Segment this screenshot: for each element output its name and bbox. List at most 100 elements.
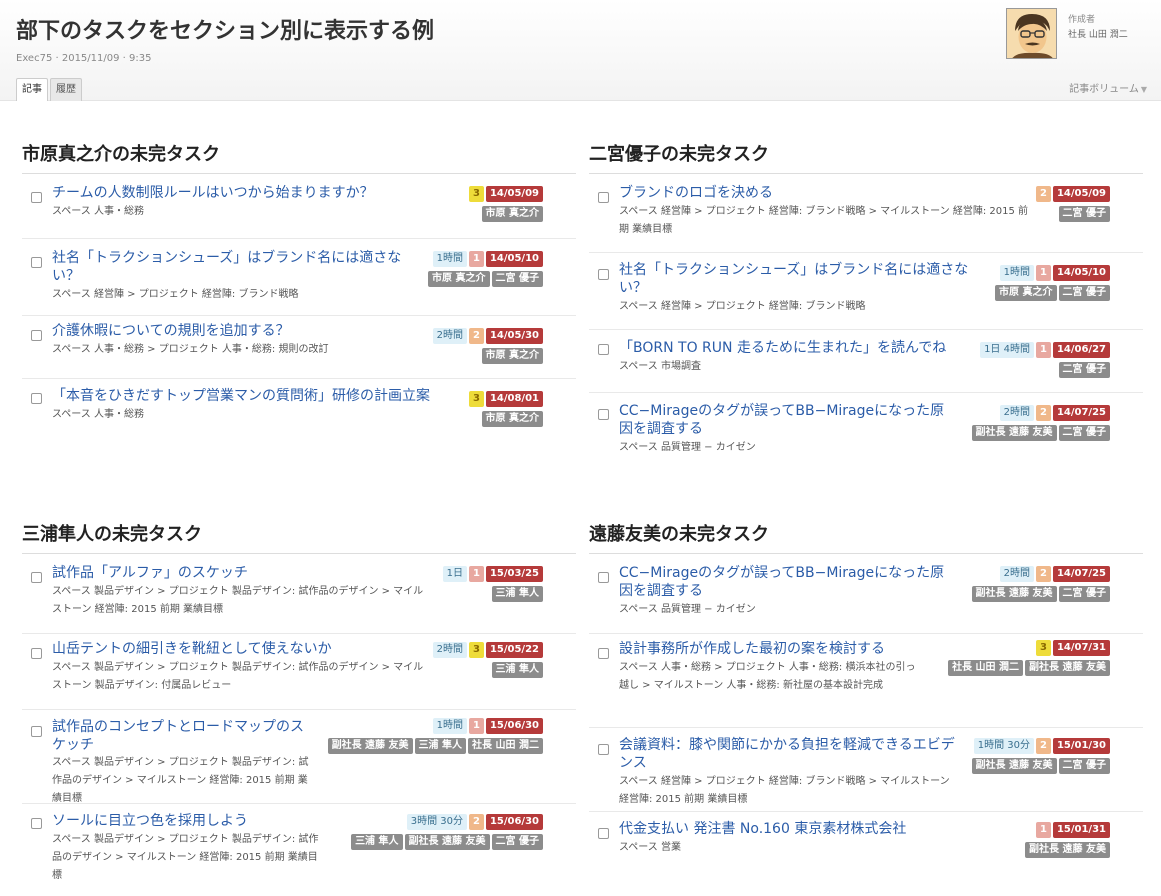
task-checkbox[interactable]: [598, 192, 609, 203]
priority-badge: 2: [1035, 566, 1051, 582]
assignee-badge[interactable]: 二宮 優子: [1058, 362, 1110, 378]
task-checkbox[interactable]: [598, 744, 609, 755]
estimate-badge: 1時間: [432, 718, 467, 734]
task-title[interactable]: ブランドのロゴを決める: [619, 184, 999, 202]
task-title[interactable]: 社名「トラクションシューズ」はブランド名には適さない？: [619, 261, 977, 297]
due-date-badge: 14/05/30: [485, 328, 543, 344]
priority-badge: 1: [1035, 822, 1051, 838]
task-checkbox[interactable]: [598, 572, 609, 583]
task-title[interactable]: チームの人数制限ルールはいつから始まりますか？: [52, 184, 437, 202]
assignee-badge[interactable]: 市原 真之介: [428, 271, 490, 287]
section-title: 市原真之介の未完タスク: [22, 142, 576, 174]
task-title[interactable]: 介護休暇についての規則を追加する？: [52, 322, 432, 340]
assignee-badge[interactable]: 副社長 遠藤 友美: [327, 738, 413, 754]
task-checkbox[interactable]: [31, 572, 42, 583]
tab-history[interactable]: 履歴: [50, 78, 82, 101]
assignee-badge[interactable]: 三浦 隼人: [414, 738, 467, 754]
priority-badge: 3: [468, 391, 484, 407]
task-item: チームの人数制限ルールはいつから始まりますか？ スペース 人事・総務 3 14/…: [22, 174, 576, 239]
article-volume-label: 記事ボリューム: [1069, 84, 1139, 95]
assignee-badge[interactable]: 二宮 優子: [1058, 425, 1110, 441]
task-title[interactable]: 「BORN TO RUN 走るために生まれた」を読んでね: [619, 339, 979, 357]
due-date-badge: 14/05/10: [1052, 265, 1110, 281]
task-path: スペース 製品デザイン > プロジェクト 製品デザイン: 試作品のデザイン > …: [52, 834, 319, 881]
page-meta: Exec75 · 2015/11/09 · 9:35: [16, 53, 152, 64]
assignee-badge[interactable]: 二宮 優子: [1058, 206, 1110, 222]
task-item: 試作品「アルファ」のスケッチ スペース 製品デザイン > プロジェクト 製品デザ…: [22, 554, 576, 634]
task-item: CC−Mirageのタグが誤ってBB−Mirageになった原因を調査する スペー…: [589, 554, 1143, 634]
priority-badge: 3: [1035, 640, 1051, 656]
assignee-badge[interactable]: 社長 山田 潤二: [948, 660, 1024, 676]
avatar-face-icon: [1007, 9, 1056, 58]
estimate-badge: 2時間: [432, 642, 467, 658]
tab-article[interactable]: 記事: [16, 78, 48, 101]
task-checkbox[interactable]: [31, 257, 42, 268]
assignee-badge[interactable]: 二宮 優子: [491, 834, 543, 850]
estimate-badge: 1日: [442, 566, 467, 582]
task-checkbox[interactable]: [598, 828, 609, 839]
task-checkbox[interactable]: [598, 409, 609, 420]
task-item: CC−Mirageのタグが誤ってBB−Mirageになった原因を調査する スペー…: [589, 393, 1143, 473]
due-date-badge: 14/08/01: [485, 391, 543, 407]
task-path: スペース 経営陣 > プロジェクト 経営陣: ブランド戦略: [52, 289, 299, 300]
assignee-badge[interactable]: 市原 真之介: [995, 285, 1057, 301]
author-name[interactable]: 社長 山田 潤二: [1068, 27, 1128, 40]
task-checkbox[interactable]: [31, 393, 42, 404]
task-checkbox[interactable]: [31, 330, 42, 341]
task-item: 会議資料：膝や関節にかかる負担を軽減できるエビデンス スペース 経営陣 > プロ…: [589, 728, 1143, 812]
assignee-badge[interactable]: 副社長 遠藤 友美: [971, 586, 1057, 602]
task-checkbox[interactable]: [31, 192, 42, 203]
section-endo: 遠藤友美の未完タスク CC−Mirageのタグが誤ってBB−Mirageになった…: [589, 522, 1143, 872]
due-date-badge: 15/03/25: [485, 566, 543, 582]
task-title[interactable]: 試作品「アルファ」のスケッチ: [52, 564, 432, 582]
task-checkbox[interactable]: [598, 344, 609, 355]
task-path: スペース 製品デザイン > プロジェクト 製品デザイン: 試作品のデザイン > …: [52, 586, 424, 615]
task-path: スペース 経営陣 > プロジェクト 経営陣: ブランド戦略: [619, 301, 866, 312]
task-title[interactable]: 設計事務所が作成した最初の案を検討する: [619, 640, 999, 658]
task-title[interactable]: CC−Mirageのタグが誤ってBB−Mirageになった原因を調査する: [619, 402, 954, 438]
priority-badge: 3: [468, 186, 484, 202]
task-title[interactable]: CC−Mirageのタグが誤ってBB−Mirageになった原因を調査する: [619, 564, 954, 600]
task-item: 試作品のコンセプトとロードマップのスケッチ スペース 製品デザイン > プロジェ…: [22, 710, 576, 804]
assignee-badge[interactable]: 副社長 遠藤 友美: [971, 425, 1057, 441]
due-date-badge: 15/06/30: [485, 718, 543, 734]
assignee-badge[interactable]: 三浦 隼人: [491, 662, 543, 678]
assignee-badge[interactable]: 市原 真之介: [481, 206, 543, 222]
assignee-badge[interactable]: 社長 山田 潤二: [468, 738, 543, 754]
assignee-badge[interactable]: 副社長 遠藤 友美: [1025, 660, 1110, 676]
priority-badge: 2: [468, 328, 484, 344]
assignee-badge[interactable]: 副社長 遠藤 友美: [404, 834, 490, 850]
assignee-badge[interactable]: 二宮 優子: [1058, 285, 1110, 301]
task-path: スペース 品質管理 − カイゼン: [619, 604, 756, 615]
assignee-badge[interactable]: 二宮 優子: [1058, 758, 1110, 774]
task-title[interactable]: 社名「トラクションシューズ」はブランド名には適さない？: [52, 249, 417, 285]
task-title[interactable]: 山岳テントの細引きを靴紐として使えないか: [52, 640, 432, 658]
task-item: 「本音をひきだすトップ営業マンの質問術」研修の計画立案 スペース 人事・総務 3…: [22, 379, 576, 439]
task-checkbox[interactable]: [598, 648, 609, 659]
task-checkbox[interactable]: [31, 726, 42, 737]
assignee-badge[interactable]: 市原 真之介: [481, 348, 543, 364]
task-path: スペース 人事・総務 > プロジェクト 人事・総務: 規則の改訂: [52, 344, 329, 355]
estimate-badge: 2時間: [999, 566, 1034, 582]
avatar[interactable]: [1006, 8, 1057, 59]
task-title[interactable]: 代金支払い 発注書 No.160 東京素材株式会社: [619, 820, 999, 838]
assignee-badge[interactable]: 二宮 優子: [491, 271, 543, 287]
task-checkbox[interactable]: [31, 818, 42, 829]
assignee-badge[interactable]: 副社長 遠藤 友美: [971, 758, 1057, 774]
priority-badge: 1: [468, 251, 484, 267]
task-title[interactable]: ソールに目立つ色を採用しよう: [52, 812, 352, 830]
task-title[interactable]: 「本音をひきだすトップ営業マンの質問術」研修の計画立案: [52, 387, 472, 405]
task-checkbox[interactable]: [598, 269, 609, 280]
task-checkbox[interactable]: [31, 648, 42, 659]
assignee-badge[interactable]: 三浦 隼人: [351, 834, 403, 850]
task-title[interactable]: 会議資料：膝や関節にかかる負担を軽減できるエビデンス: [619, 736, 959, 772]
assignee-badge[interactable]: 二宮 優子: [1058, 586, 1110, 602]
estimate-badge: 1時間 30分: [973, 738, 1034, 754]
assignee-badge[interactable]: 三浦 隼人: [491, 586, 543, 602]
section-ichihara: 市原真之介の未完タスク チームの人数制限ルールはいつから始まりますか？ スペース…: [22, 142, 576, 439]
task-title[interactable]: 試作品のコンセプトとロードマップのスケッチ: [52, 718, 307, 754]
article-volume-menu[interactable]: 記事ボリューム ▼: [1069, 80, 1147, 95]
assignee-badge[interactable]: 市原 真之介: [481, 411, 543, 427]
assignee-badge[interactable]: 副社長 遠藤 友美: [1025, 842, 1110, 858]
author-label: 作成者: [1068, 15, 1096, 25]
